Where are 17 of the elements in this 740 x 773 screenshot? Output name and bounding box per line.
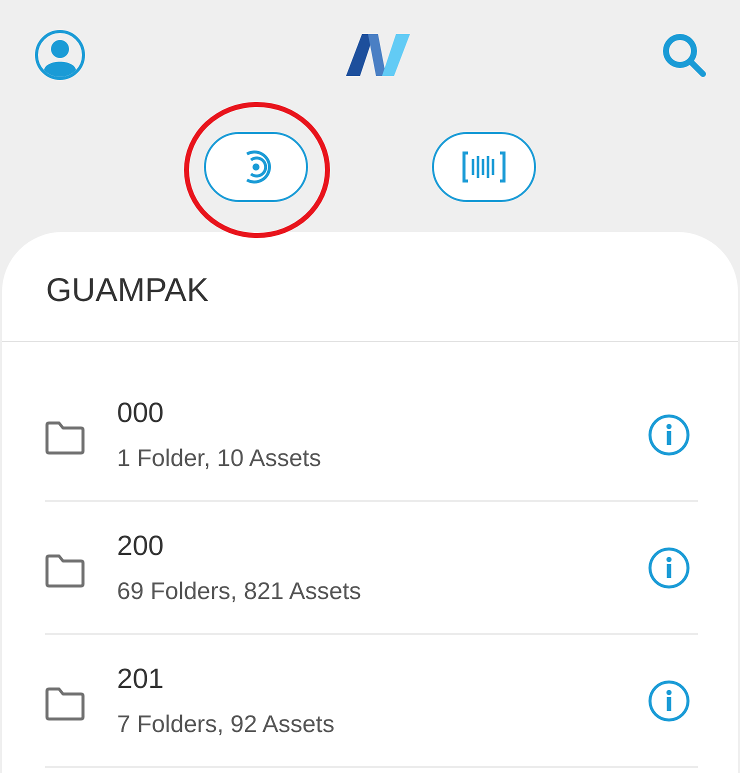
search-icon[interactable] (660, 31, 708, 79)
folder-summary: 1 Folder, 10 Assets (117, 446, 322, 470)
folder-name[interactable]: 000 (117, 398, 648, 426)
info-icon[interactable] (648, 680, 690, 722)
folder-icon (45, 686, 85, 720)
folder-icon (45, 420, 85, 454)
info-icon[interactable] (648, 414, 690, 456)
folder-name[interactable]: 200 (117, 532, 648, 560)
profile-icon[interactable] (34, 29, 86, 81)
logo-icon (346, 34, 410, 76)
barcode-icon (462, 151, 506, 183)
folder-name[interactable]: 201 (117, 664, 648, 692)
folder-icon (45, 554, 85, 588)
folder-summary: 7 Folders, 92 Assets (117, 712, 336, 736)
info-icon[interactable] (648, 546, 690, 588)
location-title: GUAMPAK (2, 232, 738, 342)
folder-summary: 69 Folders, 821 Assets (117, 580, 362, 604)
